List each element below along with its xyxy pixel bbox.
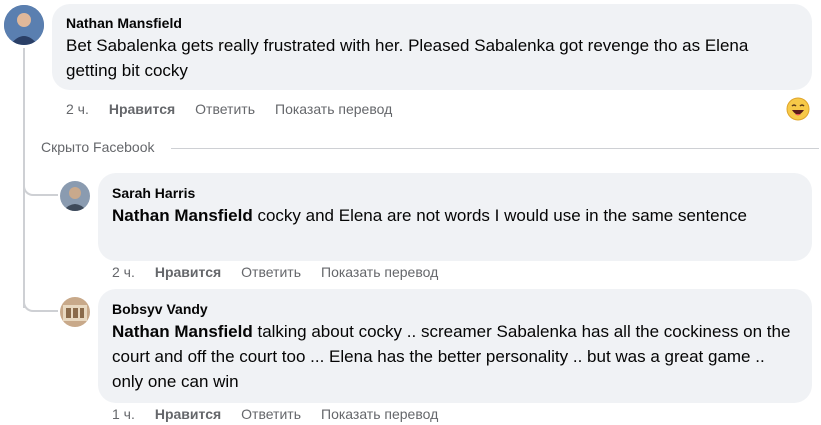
comment-author[interactable]: Nathan Mansfield: [66, 14, 798, 32]
comment-body: cocky and Elena are not words I would us…: [252, 206, 747, 225]
comment-text: Nathan Mansfield cocky and Elena are not…: [112, 203, 798, 228]
like-button[interactable]: Нравится: [155, 264, 221, 280]
reply-button[interactable]: Ответить: [241, 406, 301, 422]
user-avatar-icon: [60, 297, 90, 327]
comment-time[interactable]: 2 ч.: [66, 101, 89, 117]
user-avatar-icon: [4, 5, 44, 45]
mention-link[interactable]: Nathan Mansfield: [112, 322, 253, 341]
translate-button[interactable]: Показать перевод: [321, 264, 438, 280]
translate-button[interactable]: Показать перевод: [321, 406, 438, 422]
comment-text: Bet Sabalenka gets really frustrated wit…: [66, 33, 798, 83]
comment-actions: 1 ч. Нравится Ответить Показать перевод: [112, 404, 438, 424]
thread-elbow-2: [23, 270, 58, 312]
reply-button[interactable]: Ответить: [241, 264, 301, 280]
translate-button[interactable]: Показать перевод: [275, 101, 392, 117]
comment-author[interactable]: Bobsyv Vandy: [112, 300, 798, 318]
mention-link[interactable]: Nathan Mansfield: [112, 206, 253, 225]
reply-button[interactable]: Ответить: [195, 101, 255, 117]
laughing-emoji-icon[interactable]: [786, 97, 810, 121]
user-avatar-icon: [60, 181, 90, 211]
avatar[interactable]: [4, 5, 44, 45]
avatar[interactable]: [60, 297, 90, 327]
comment-time[interactable]: 2 ч.: [112, 264, 135, 280]
comment-author[interactable]: Sarah Harris: [112, 184, 798, 202]
comment-body: Bet Sabalenka gets really frustrated wit…: [66, 36, 749, 80]
comment-text: Nathan Mansfield talking about cocky .. …: [112, 319, 798, 394]
comment-actions: 2 ч. Нравится Ответить Показать перевод: [112, 262, 438, 282]
thread-elbow-1: [23, 160, 58, 196]
avatar[interactable]: [60, 181, 90, 211]
comment-bubble: Sarah Harris Nathan Mansfield cocky and …: [98, 173, 812, 261]
divider: [171, 148, 819, 149]
like-button[interactable]: Нравится: [155, 406, 221, 422]
comment-time[interactable]: 1 ч.: [112, 406, 135, 422]
comment-bubble: Nathan Mansfield Bet Sabalenka gets real…: [52, 4, 812, 90]
comment-bubble: Bobsyv Vandy Nathan Mansfield talking ab…: [98, 289, 812, 403]
hidden-by-facebook-label: Скрыто Facebook: [41, 139, 155, 155]
like-button[interactable]: Нравится: [109, 101, 175, 117]
comment-actions: 2 ч. Нравится Ответить Показать перевод: [66, 99, 392, 119]
